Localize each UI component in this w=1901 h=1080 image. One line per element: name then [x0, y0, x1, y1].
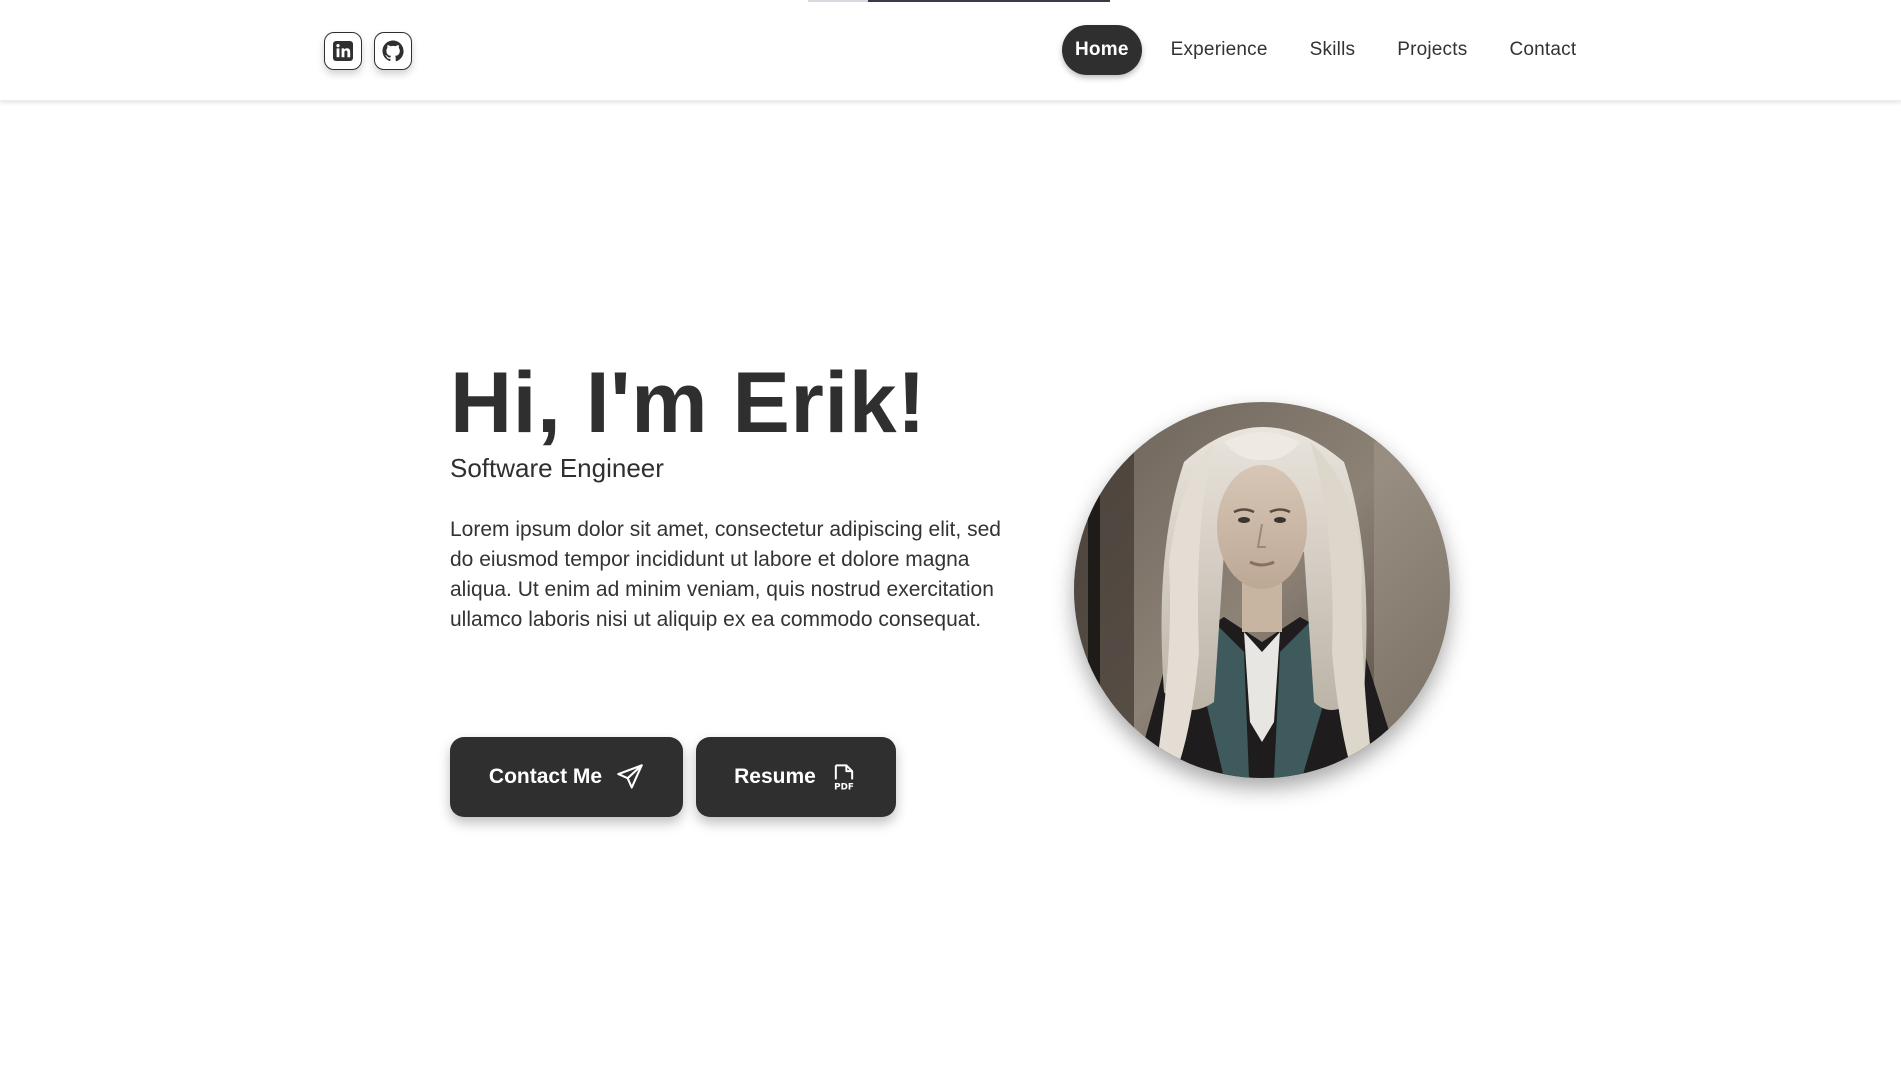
linkedin-icon [333, 41, 353, 61]
nav-experience[interactable]: Experience [1158, 25, 1281, 75]
page: Home Experience Skills Projects Contact … [0, 0, 1901, 1080]
profile-photo [1074, 402, 1450, 778]
main-nav: Home Experience Skills Projects Contact [1062, 25, 1605, 75]
github-link[interactable] [374, 32, 412, 70]
contact-me-label: Contact Me [488, 765, 603, 788]
paper-plane-icon [617, 764, 643, 789]
profile-photo-image [1074, 402, 1450, 778]
hero-subtitle: Software Engineer [450, 453, 664, 483]
social-links [324, 32, 412, 70]
svg-text:PDF: PDF [834, 782, 854, 791]
hero-title: Hi, I'm Erik! [450, 355, 927, 451]
pdf-file-icon: PDF [834, 764, 854, 791]
scroll-progress-fill [868, 0, 1110, 2]
scroll-progress-bar [808, 0, 1110, 2]
top-navbar: Home Experience Skills Projects Contact [0, 0, 1901, 101]
nav-contact[interactable]: Contact [1496, 25, 1589, 75]
github-icon [382, 40, 404, 62]
linkedin-link[interactable] [324, 32, 362, 70]
hero-intro: Hi, I'm Erik! Software Engineer Lorem ip… [450, 355, 1020, 635]
contact-me-button[interactable]: Contact Me [450, 737, 683, 817]
resume-button[interactable]: Resume PDF [696, 737, 896, 817]
resume-label: Resume [734, 765, 816, 788]
hero-description: Lorem ipsum dolor sit amet, consectetur … [450, 518, 1001, 631]
nav-projects[interactable]: Projects [1384, 25, 1480, 75]
hero-actions: Contact Me Resume PDF [450, 737, 896, 817]
nav-skills[interactable]: Skills [1297, 25, 1369, 75]
nav-home[interactable]: Home [1062, 25, 1142, 75]
